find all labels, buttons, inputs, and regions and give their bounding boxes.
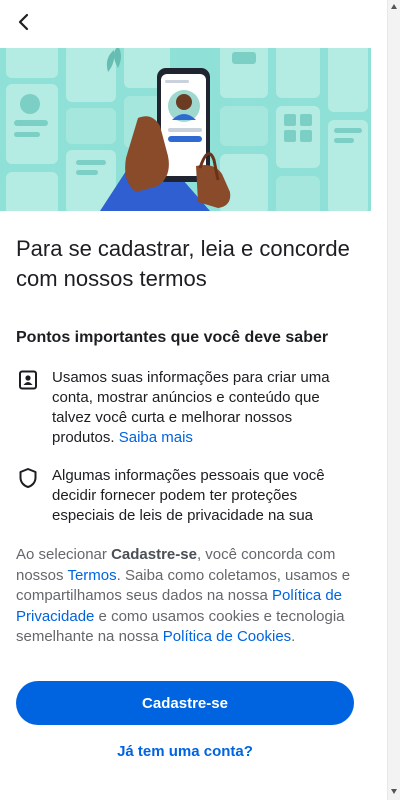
top-bar (0, 0, 371, 48)
consent-text: Ao selecionar Cadastre-se, você concorda… (16, 545, 361, 648)
cookies-policy-link[interactable]: Política de Cookies (163, 628, 291, 645)
info-item-text: Algumas informações pessoais que você de… (52, 467, 325, 524)
hero-illustration-svg (0, 48, 371, 211)
learn-more-link[interactable]: Saiba mais (119, 429, 193, 446)
have-account-link[interactable]: Já tem uma conta? (16, 743, 354, 760)
chevron-left-icon (14, 12, 34, 37)
consent-prefix: Ao selecionar (16, 546, 112, 563)
consent-suffix: . (291, 628, 296, 645)
id-card-icon (16, 368, 40, 392)
info-item-privacy: Algumas informações pessoais que você de… (16, 466, 356, 526)
info-item-text: Usamos suas informações para criar uma c… (52, 368, 356, 448)
info-item-data-usage: Usamos suas informações para criar uma c… (16, 368, 356, 448)
consent-bold-action: Cadastre-se (111, 546, 197, 563)
scroll-down-arrow-icon[interactable] (391, 789, 397, 794)
hero-illustration (0, 48, 371, 211)
scrollbar[interactable] (387, 0, 400, 800)
page-title: Para se cadastrar, leia e concorde com n… (16, 236, 350, 291)
shield-icon (16, 466, 40, 490)
terms-link[interactable]: Termos (67, 567, 116, 584)
signup-footer: Ao selecionar Cadastre-se, você concorda… (0, 528, 371, 800)
terms-scroll-area[interactable]: Para se cadastrar, leia e concorde com n… (0, 0, 371, 528)
scroll-up-arrow-icon[interactable] (391, 4, 397, 9)
signup-button[interactable]: Cadastre-se (16, 681, 354, 725)
back-button[interactable] (8, 8, 40, 40)
section-subtitle: Pontos importantes que você deve saber (16, 329, 329, 346)
scrollbar-area (371, 0, 400, 800)
